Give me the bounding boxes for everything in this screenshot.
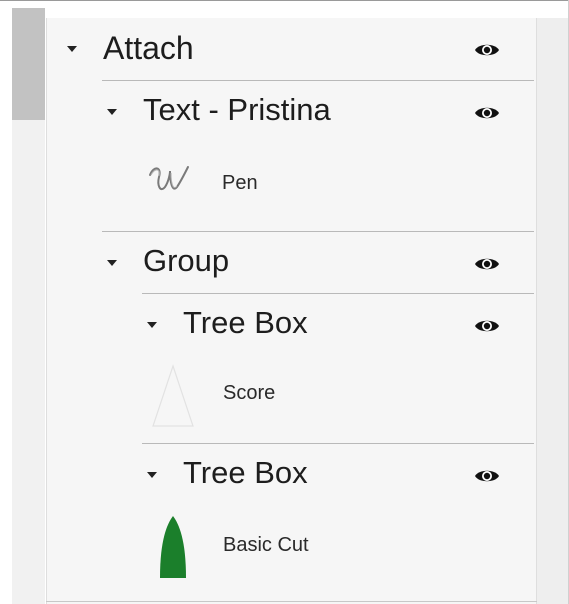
layer-label-text-pristina: Text - Pristina (143, 92, 331, 127)
layer-row-attach[interactable]: Attach (60, 28, 530, 70)
scrollbar-thumb[interactable] (12, 8, 45, 120)
panel-bottom-rule (46, 601, 537, 602)
operation-label-pen: Pen (222, 172, 258, 194)
layer-label-group: Group (143, 243, 230, 278)
eye-icon[interactable] (474, 467, 500, 485)
expand-caret-icon[interactable] (147, 322, 157, 328)
expand-caret-icon[interactable] (147, 472, 157, 478)
operation-label-basic-cut: Basic Cut (223, 534, 309, 556)
divider-attach (102, 80, 534, 81)
eye-icon[interactable] (474, 255, 500, 273)
tree-outline-icon (152, 364, 194, 427)
script-w-icon (149, 166, 189, 191)
expand-caret-icon[interactable] (107, 260, 117, 266)
expand-caret-icon[interactable] (67, 46, 77, 52)
layer-row-text-pristina[interactable]: Text - Pristina (100, 91, 530, 133)
operation-row-basic-cut[interactable]: Basic Cut (140, 510, 530, 580)
operation-row-score[interactable]: Score (140, 360, 530, 430)
layer-label-tree-box-2: Tree Box (183, 455, 308, 490)
right-gutter (537, 18, 569, 604)
expand-caret-icon[interactable] (107, 109, 117, 115)
layer-label-tree-box-1: Tree Box (183, 305, 308, 340)
layer-row-group[interactable]: Group (100, 241, 530, 283)
layer-row-tree-box-1[interactable]: Tree Box (140, 304, 530, 346)
eye-icon[interactable] (474, 317, 500, 335)
divider-group (142, 293, 534, 294)
tree-filled-icon (160, 516, 186, 578)
layer-row-tree-box-2[interactable]: Tree Box (140, 454, 530, 496)
divider-tree-box-1 (142, 443, 534, 444)
layer-label-attach: Attach (103, 30, 194, 66)
operation-label-score: Score (223, 382, 276, 404)
operation-row-pen[interactable]: Pen (140, 155, 530, 211)
top-rule (0, 0, 569, 1)
eye-icon[interactable] (474, 41, 500, 59)
eye-icon[interactable] (474, 104, 500, 122)
layers-panel-frame: Attach Text - Pristina Pen Group Tree Bo… (0, 0, 569, 604)
divider-text-pristina (102, 231, 534, 232)
